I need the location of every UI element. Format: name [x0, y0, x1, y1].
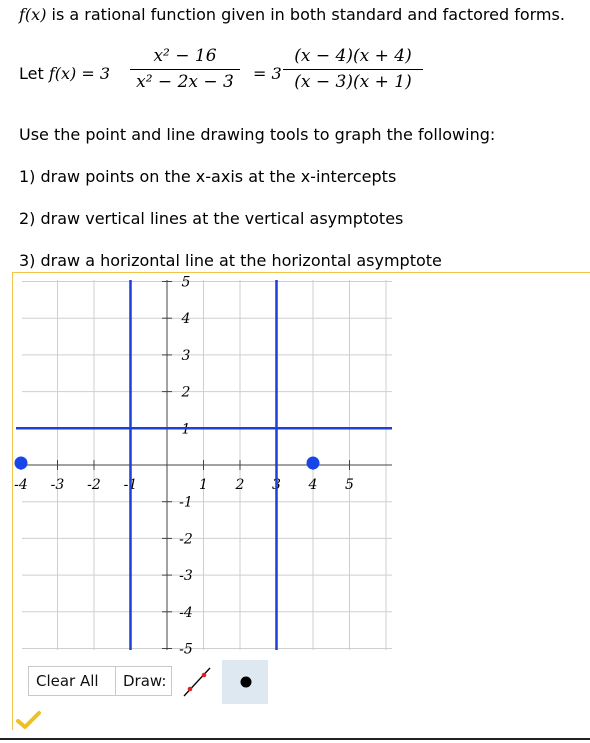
line-tool-icon: [183, 667, 211, 697]
y-tick-label: -5: [179, 642, 193, 658]
bottom-divider: [0, 738, 590, 740]
draw-label: Draw:: [116, 666, 172, 696]
axes: [20, 280, 392, 650]
x-tick-label: -2: [87, 477, 101, 493]
x-tick-label: 5: [345, 477, 354, 493]
y-tick-label: 4: [181, 311, 191, 327]
graph-canvas[interactable]: -5-4-3-2-11234554321-1-2-3-4-5: [0, 0, 590, 743]
x-tick-label: -3: [51, 477, 65, 493]
point-tool-icon: [240, 676, 252, 688]
y-tick-label: -3: [179, 568, 193, 584]
y-tick-label: -1: [179, 495, 193, 511]
x-intercept-point[interactable]: [14, 456, 28, 470]
line-tool-button[interactable]: [174, 660, 220, 704]
y-tick-label: -2: [179, 531, 193, 547]
x-tick-label: 4: [308, 477, 318, 493]
clear-all-button[interactable]: Clear All: [28, 666, 116, 696]
y-tick-label: 3: [182, 348, 191, 364]
y-tick-label: 2: [181, 385, 191, 401]
y-tick-label: -4: [179, 605, 193, 621]
checkmark-icon: [16, 711, 41, 729]
x-intercept-point[interactable]: [306, 456, 320, 470]
y-tick-label: 5: [182, 275, 191, 291]
tick-labels: -5-4-3-2-11234554321-1-2-3-4-5: [14, 275, 354, 658]
x-tick-label: 1: [199, 477, 208, 493]
x-tick-label: 2: [235, 477, 245, 493]
x-tick-label: -4: [14, 477, 28, 493]
point-tool-button[interactable]: [222, 660, 268, 704]
